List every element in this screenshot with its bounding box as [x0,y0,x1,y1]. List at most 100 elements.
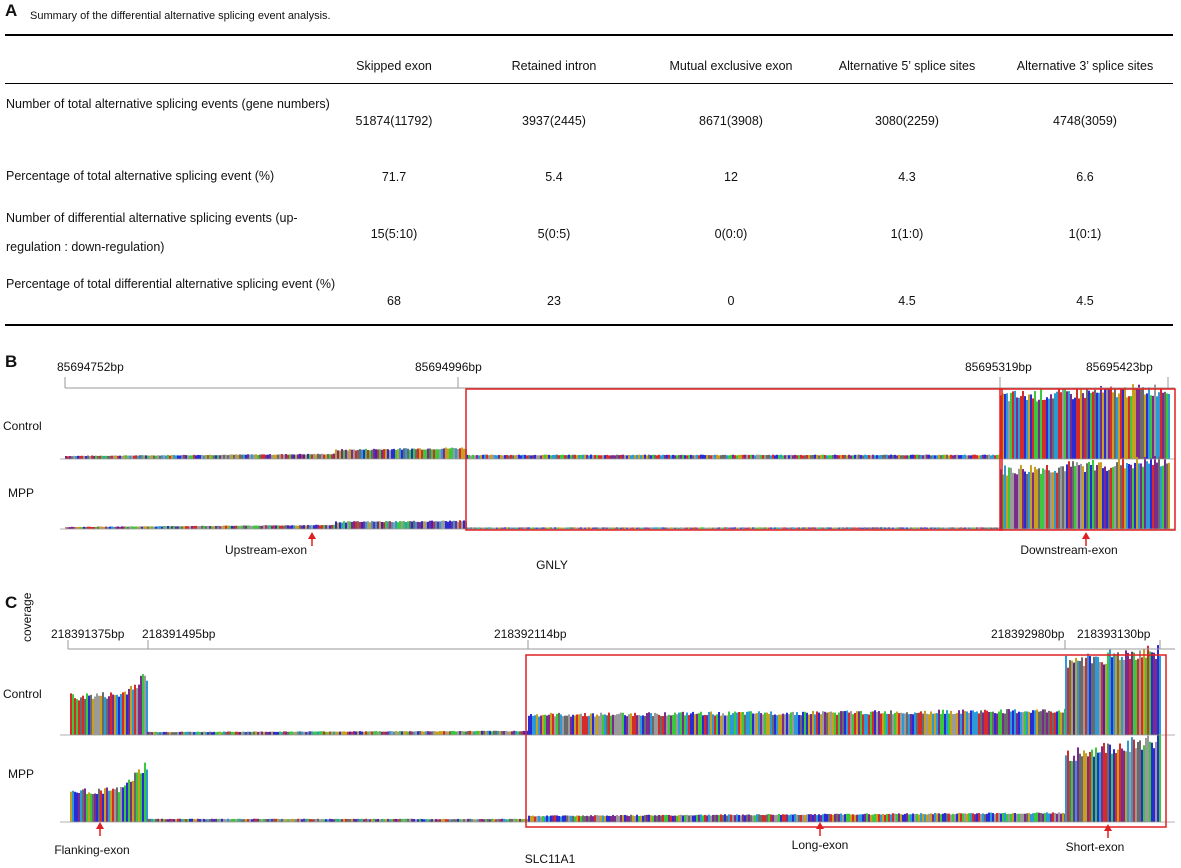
coverage-bar [221,818,223,822]
coverage-bar [105,455,107,459]
coverage-bar [802,711,804,735]
coverage-bar [644,454,646,459]
coverage-bar [1120,465,1122,529]
coverage-bar [1103,664,1105,735]
coverage-bar [1153,652,1155,735]
coverage-bar [163,526,165,529]
coverage-bar [810,455,812,459]
coverage-bar [636,715,638,735]
coverage-bar [513,730,515,735]
coverage-bar [447,731,449,735]
coverage-bar [136,772,138,822]
coverage-bar [1072,461,1074,529]
coverage-bar [1014,813,1016,822]
coverage-bar [1088,390,1090,459]
coverage-bar [413,520,415,529]
coverage-bar [712,814,714,822]
coverage-bar [211,526,213,529]
coverage-bar [397,731,399,735]
coverage-bar [375,521,377,529]
coverage-bar [343,521,345,529]
coverage-bar [698,455,700,459]
coverage-bar [912,454,914,459]
coverage-bar [229,525,231,529]
coverage-bar [513,818,515,822]
coverage-bar [361,731,363,735]
coverage-bar [347,819,349,822]
coverage-bar [794,814,796,822]
coverage-bar [588,715,590,735]
coverage-bar [480,455,482,459]
coverage-bar [128,688,130,735]
coverage-bar [1127,652,1129,735]
coverage-bar [285,731,287,735]
coverage-bar [315,731,317,735]
coverage-bar [489,730,491,735]
coverage-bar [820,714,822,735]
coverage-bar [281,731,283,735]
coverage-bar [548,454,550,459]
coverage-bar [774,455,776,459]
coverage-bar [383,731,385,735]
coverage-bar [122,787,124,822]
coverage-bar [556,815,558,822]
coverage-bar [1032,472,1034,529]
coverage-bar [1044,399,1046,459]
coverage-bar [668,714,670,735]
coverage-bar [145,455,147,459]
coverage-bar [860,710,862,735]
coverage-bar [864,454,866,459]
coverage-bar [399,731,401,735]
coverage-bar [253,525,255,529]
coverage-bar [1071,660,1073,735]
coverage-bar [110,790,112,822]
coverage-bar [453,447,455,459]
coverage-bar [862,814,864,822]
coverage-bar [249,731,251,735]
coverage-bar [936,713,938,735]
coverage-bar [415,731,417,735]
coverage-bar [610,455,612,459]
coverage-bar [433,521,435,529]
coverage-bar [255,818,257,822]
coverage-bar [1109,649,1111,735]
coverage-bar [1124,468,1126,529]
coverage-bar [592,455,594,459]
coverage-bar [1058,467,1060,529]
coverage-bar [1044,709,1046,735]
coverage-bar [251,819,253,822]
coverage-bar [147,455,149,459]
coverage-bar [305,731,307,735]
coverage-bar [99,455,101,459]
coverage-bar [499,731,501,735]
coverage-bar [1103,742,1105,822]
coverage-bar [762,815,764,822]
coverage-bar [1014,709,1016,735]
coverage-bar [197,454,199,459]
coverage-bar [311,525,313,529]
coverage-bar [648,712,650,735]
coverage-bar [1038,711,1040,735]
coverage-bar [946,813,948,822]
coverage-bar [269,454,271,459]
coverage-bar [790,814,792,822]
coverage-bar [355,819,357,822]
coverage-bar [704,814,706,822]
coverage-bar [389,819,391,822]
coverage-bar [89,456,91,459]
coverage-bar [944,813,946,822]
coverage-bar [878,711,880,735]
coverage-bar [622,712,624,735]
coverage-bar [181,455,183,459]
coverage-bar [517,819,519,822]
coverage-bar [1046,712,1048,735]
coverage-bar [1022,813,1024,822]
coverage-bar [111,455,113,459]
coverage-bar [199,526,201,529]
coverage-bar [435,731,437,735]
coverage-bar [732,814,734,822]
coverage-bar [1054,470,1056,529]
coverage-bar [892,714,894,735]
coverage-bar [936,813,938,822]
coverage-bar [960,713,962,735]
